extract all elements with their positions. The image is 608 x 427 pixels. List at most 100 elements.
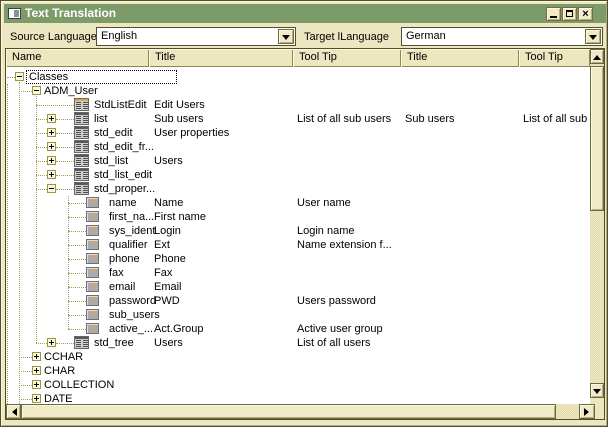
expand-plus-icon[interactable] [47,114,56,123]
tree-row-date[interactable]: DATE [6,392,590,404]
tree-row-name[interactable]: nameNameUser name [6,196,590,210]
horizontal-scroll-thumb[interactable] [21,404,556,419]
field-icon [86,197,99,208]
column-header-title-1[interactable]: Title [149,49,293,67]
maximize-icon [566,10,573,17]
collapse-minus-icon[interactable] [47,184,56,193]
expand-plus-icon[interactable] [32,394,41,403]
scroll-right-button[interactable] [579,404,595,419]
vertical-scroll-thumb[interactable] [590,66,604,211]
row-tooltip-value: Login name [297,224,401,238]
scroll-down-button[interactable] [590,383,604,398]
tree-row-std-edit-fr-[interactable]: std_edit_fr... [6,140,590,154]
tree-connector-line [68,315,86,316]
form-icon [74,126,89,139]
tree-row-list[interactable]: listSub usersList of all sub usersSub us… [6,112,590,126]
tree-connector-line [56,175,74,176]
tree-row-sys-ident[interactable]: sys_identLoginLogin name [6,224,590,238]
tree-connector-line [68,203,86,204]
tree-row-cchar[interactable]: CCHAR [6,350,590,364]
field-icon [86,309,99,320]
tree-row-std-list[interactable]: std_listUsers [6,154,590,168]
tree-connector-line [7,77,15,78]
arrow-left-icon [12,408,17,416]
chevron-down-icon [589,35,597,40]
tree-row-sub-users[interactable]: sub_users [6,308,590,322]
close-button[interactable]: × [578,7,593,21]
app-window-icon [8,8,21,19]
tree-connector-line [68,273,86,274]
row-title-value: Fax [154,266,292,280]
tree-connector-line [36,343,47,344]
column-header-tool-tip-4[interactable]: Tool Tip [519,49,590,67]
maximize-button[interactable] [562,7,577,21]
collapse-minus-icon[interactable] [15,72,24,81]
expand-plus-icon[interactable] [32,366,41,375]
target-language-select[interactable]: German [401,27,603,46]
tree-row-email[interactable]: emailEmail [6,280,590,294]
tree-row-classes[interactable]: Classes [6,70,590,84]
column-header-tool-tip-2[interactable]: Tool Tip [293,49,401,67]
chevron-down-icon [282,35,290,40]
tree-connector-line [19,82,20,404]
expand-plus-icon[interactable] [47,128,56,137]
tree-connector-line [56,119,74,120]
tree-row-std-tree[interactable]: std_treeUsersList of all users [6,336,590,350]
row-tooltip-value: List of all sub users [297,112,401,126]
tree-row-std-proper-[interactable]: std_proper... [6,182,590,196]
tree-row-std-list-edit[interactable]: std_list_edit [6,168,590,182]
tree-connector-line [68,245,86,246]
scrollbar-corner [595,404,604,419]
row-tooltip-value: Active user group [297,322,401,336]
horizontal-scroll-track[interactable] [556,404,579,419]
row-title-value: Edit Users [154,98,292,112]
tree-connector-line [36,105,74,106]
tree-row-first-na-[interactable]: first_na...First name [6,210,590,224]
tree-row-collection[interactable]: COLLECTION [6,378,590,392]
expand-plus-icon[interactable] [47,170,56,179]
scroll-up-button[interactable] [590,49,604,64]
tree-row-fax[interactable]: faxFax [6,266,590,280]
expand-plus-icon[interactable] [32,352,41,361]
field-icon [86,323,99,334]
close-icon: × [579,8,592,20]
row-name-label: COLLECTION [44,378,164,392]
tree-connector-line [36,133,47,134]
tree-content[interactable]: ClassesADM_UserStdListEditEdit Userslist… [6,67,590,404]
source-language-dropdown-button[interactable] [278,29,294,44]
target-language-dropdown-button[interactable] [585,29,601,44]
field-icon [86,239,99,250]
source-language-select[interactable]: English [96,27,296,46]
tree-row-adm-user[interactable]: ADM_User [6,84,590,98]
row-tooltip-value: Name extension f... [297,238,401,252]
tree-connector-line [56,189,74,190]
tree-row-char[interactable]: CHAR [6,364,590,378]
expand-plus-icon[interactable] [47,142,56,151]
collapse-minus-icon[interactable] [32,86,41,95]
field-icon [86,253,99,264]
tree-connector-line [36,119,47,120]
tree-row-std-edit[interactable]: std_editUser properties [6,126,590,140]
scroll-left-button[interactable] [6,404,21,419]
row-name-label: CCHAR [44,350,164,364]
minimize-button[interactable] [546,7,561,21]
title-bar[interactable]: Text Translation × [4,4,606,23]
tree-connector-line [19,399,32,400]
column-header-name-0[interactable]: Name [6,49,149,67]
expand-plus-icon[interactable] [47,338,56,347]
tree-row-active-[interactable]: active_...Act.GroupActive user group [6,322,590,336]
row-title-value: PWD [154,294,292,308]
tree-row-qualifier[interactable]: qualifierExtName extension f... [6,238,590,252]
expand-plus-icon[interactable] [32,380,41,389]
tree-row-phone[interactable]: phonePhone [6,252,590,266]
tree-connector-line [36,96,37,343]
tree-row-password[interactable]: passwordPWDUsers password [6,294,590,308]
tree-row-stdlistedit[interactable]: StdListEditEdit Users [6,98,590,112]
row-name-label: std_proper... [94,182,214,196]
expand-plus-icon[interactable] [47,156,56,165]
field-icon [86,281,99,292]
tree-connector-line [36,189,47,190]
row-title-value: User properties [154,126,292,140]
column-header-title-3[interactable]: Title [401,49,519,67]
tree-connector-line [56,133,74,134]
